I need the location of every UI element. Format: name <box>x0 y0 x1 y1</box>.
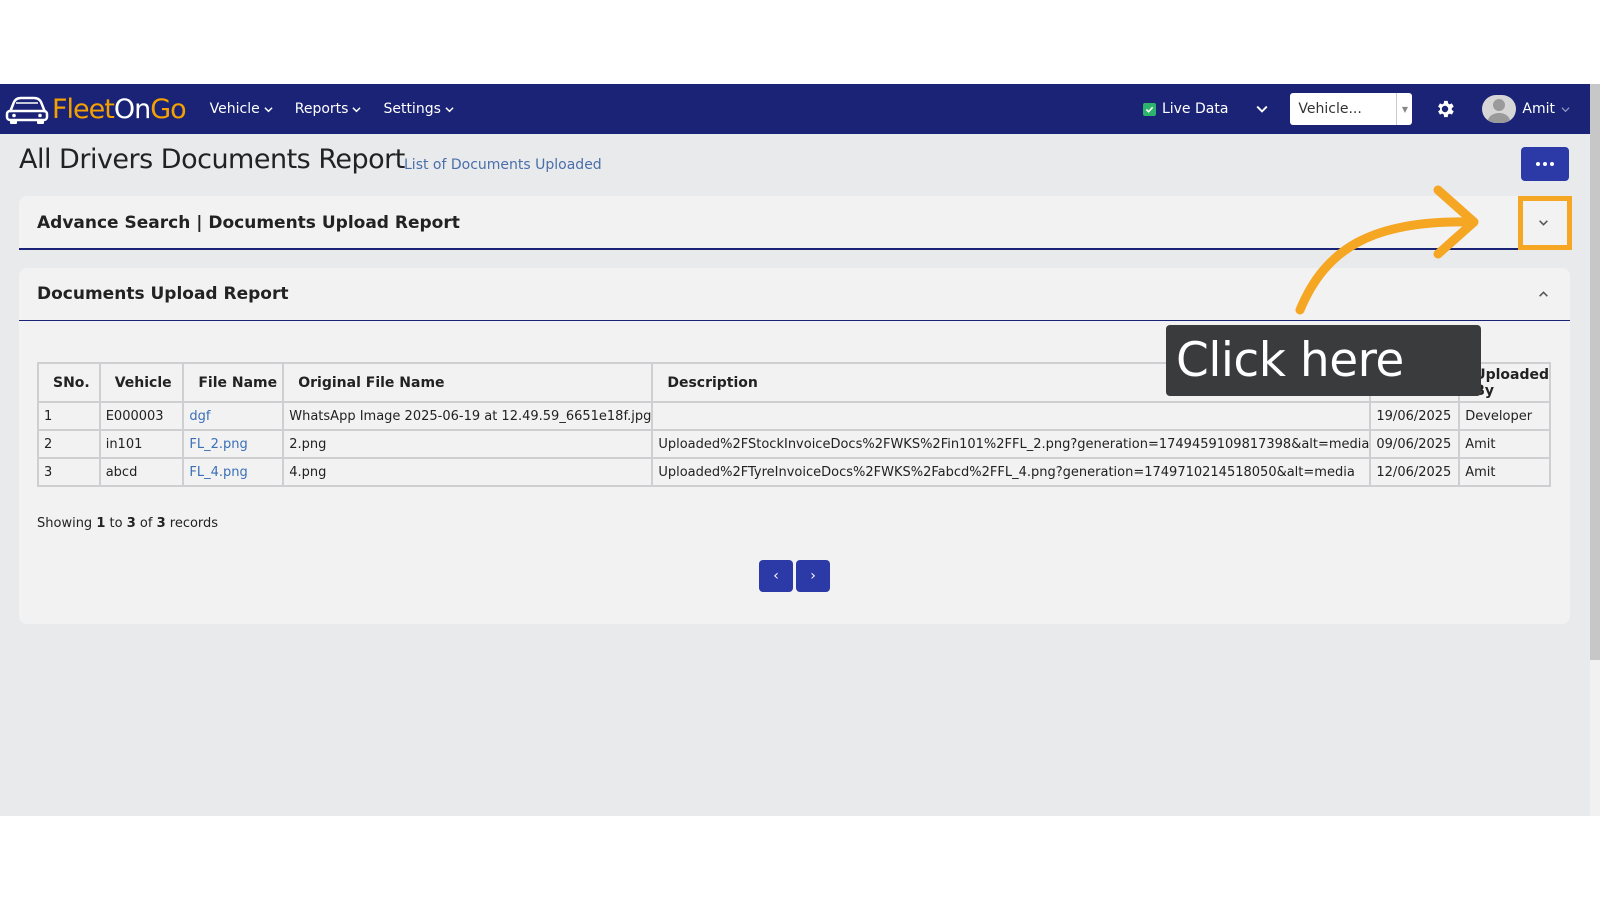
pagination: ‹ › <box>759 560 830 592</box>
brand-part-on: On <box>113 93 151 125</box>
previous-page-button[interactable]: ‹ <box>759 560 793 592</box>
scrollbar-thumb[interactable] <box>1590 84 1600 660</box>
file-link[interactable]: FL_4.png <box>182 457 285 487</box>
cell-date: 09/06/2025 <box>1369 429 1461 459</box>
top-navbar: FleetOnGo Vehicle Reports Settings Live … <box>0 84 1590 134</box>
column-header-file-name[interactable]: File Name <box>182 362 285 403</box>
dot-icon <box>1536 162 1540 166</box>
column-header-vehicle[interactable]: Vehicle <box>98 362 185 403</box>
cell-sno: 3 <box>37 457 101 487</box>
dropdown-arrow-icon[interactable]: ▼ <box>1396 93 1412 125</box>
records-summary: Showing 1 to 3 of 3 records <box>37 516 218 531</box>
user-menu[interactable]: Amit <box>1482 95 1570 123</box>
cell-uploaded-by: Amit <box>1458 429 1551 459</box>
cell-uploaded-by: Developer <box>1458 401 1551 431</box>
chevron-down-icon <box>264 106 273 112</box>
brand-logo[interactable]: FleetOnGo <box>4 84 187 134</box>
live-data-toggle[interactable]: Live Data <box>1142 101 1229 117</box>
menu-reports[interactable]: Reports <box>295 101 362 117</box>
cell-date: 19/06/2025 <box>1369 401 1461 431</box>
menu-settings-label: Settings <box>383 101 441 117</box>
cell-description <box>651 401 1372 431</box>
cell-original-file-name: WhatsApp Image 2025-06-19 at 12.49.59_66… <box>282 401 654 431</box>
cell-original-file-name: 2.png <box>282 429 654 459</box>
cell-vehicle: E000003 <box>98 401 185 431</box>
records-from: 1 <box>96 516 106 531</box>
menu-vehicle[interactable]: Vehicle <box>210 101 273 117</box>
brand-part-fleet: Fleet <box>52 93 115 125</box>
app-viewport: FleetOnGo Vehicle Reports Settings Live … <box>0 84 1600 816</box>
column-header-sno[interactable]: SNo. <box>37 362 101 403</box>
chevron-down-icon <box>352 106 362 112</box>
dot-icon <box>1543 162 1547 166</box>
table-row: 1 E000003 dgf WhatsApp Image 2025-06-19 … <box>37 401 1551 431</box>
cell-description: Uploaded%2FTyreInvoiceDocs%2FWKS%2Fabcd%… <box>651 457 1372 487</box>
cell-date: 12/06/2025 <box>1369 457 1461 487</box>
file-link[interactable]: FL_2.png <box>182 429 285 459</box>
table-row: 2 in101 FL_2.png 2.png Uploaded%2FStockI… <box>37 429 1551 459</box>
pointer-arrow-icon <box>1295 185 1479 315</box>
checkbox-icon[interactable] <box>1142 102 1156 116</box>
chevron-down-icon <box>445 106 454 112</box>
advance-search-title: Advance Search | Documents Upload Report <box>37 212 460 233</box>
click-here-callout: Click here <box>1166 325 1481 396</box>
records-prefix: Showing <box>37 516 93 531</box>
records-to: 3 <box>126 516 136 531</box>
table-row: 3 abcd FL_4.png 4.png Uploaded%2FTyreInv… <box>37 457 1551 487</box>
cell-vehicle: abcd <box>98 457 185 487</box>
live-data-label: Live Data <box>1161 101 1229 117</box>
brand-part-go: Go <box>150 93 186 125</box>
collapse-toggle-button[interactable] <box>1536 287 1550 301</box>
dot-icon <box>1550 162 1554 166</box>
cell-original-file-name: 4.png <box>282 457 654 487</box>
chevron-down-icon[interactable] <box>1256 103 1268 115</box>
menu-vehicle-label: Vehicle <box>209 101 260 117</box>
highlight-box <box>1518 196 1572 250</box>
records-of-word: of <box>139 516 153 531</box>
file-link[interactable]: dgf <box>182 401 285 431</box>
vehicle-select-value: Vehicle... <box>1298 101 1362 117</box>
navbar-right: Live Data Vehicle... ▼ Amit <box>1142 84 1590 134</box>
more-options-button[interactable] <box>1521 147 1569 181</box>
column-header-original-file-name[interactable]: Original File Name <box>282 362 654 403</box>
report-panel-title: Documents Upload Report <box>37 284 289 304</box>
cell-description: Uploaded%2FStockInvoiceDocs%2FWKS%2Fin10… <box>651 429 1372 459</box>
menu-reports-label: Reports <box>294 101 349 117</box>
cell-sno: 2 <box>37 429 101 459</box>
main-menu: Vehicle Reports Settings <box>210 101 454 117</box>
chevron-up-icon <box>1538 290 1548 297</box>
next-page-button[interactable]: › <box>796 560 830 592</box>
records-total: 3 <box>156 516 166 531</box>
page-title: All Drivers Documents Report <box>19 144 405 175</box>
avatar-icon <box>1482 95 1517 123</box>
gear-icon[interactable] <box>1434 98 1456 120</box>
vehicle-select[interactable]: Vehicle... ▼ <box>1290 93 1413 125</box>
records-to-word: to <box>109 516 123 531</box>
page-subtitle: List of Documents Uploaded <box>404 157 602 173</box>
cell-uploaded-by: Amit <box>1458 457 1551 487</box>
records-suffix: records <box>169 516 219 531</box>
cell-sno: 1 <box>37 401 101 431</box>
menu-settings[interactable]: Settings <box>383 101 454 117</box>
car-logo-icon <box>5 96 49 124</box>
cell-vehicle: in101 <box>98 429 185 459</box>
user-name: Amit <box>1522 101 1555 117</box>
chevron-down-icon <box>1561 106 1570 112</box>
brand-name: FleetOnGo <box>52 93 187 125</box>
